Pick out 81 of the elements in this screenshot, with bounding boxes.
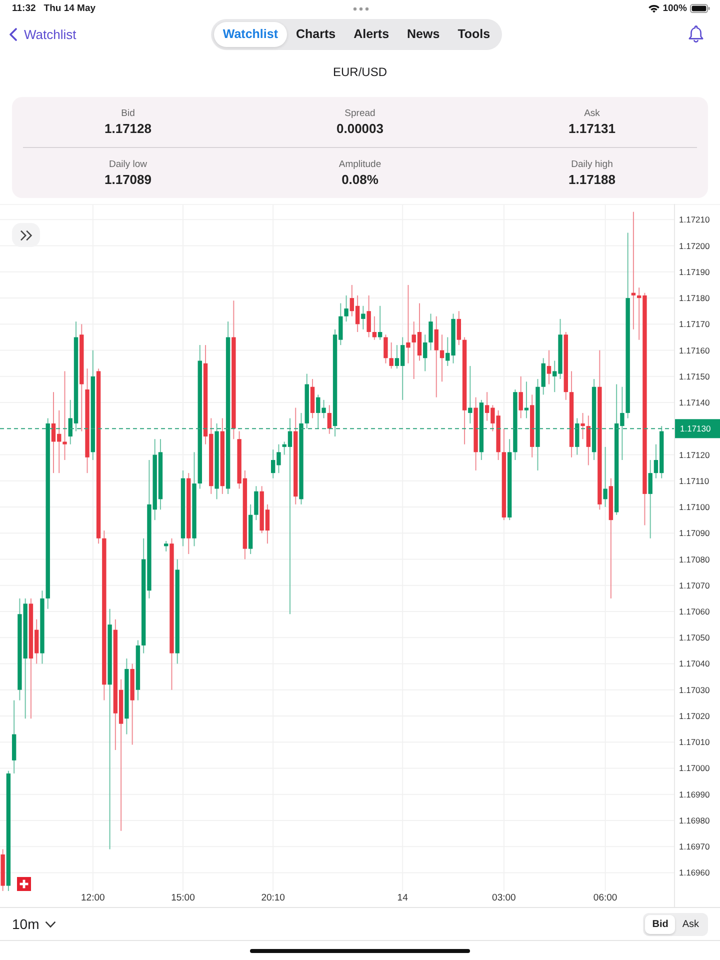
price-axis-label: 1.17010: [679, 737, 710, 748]
price-axis-label: 1.16970: [679, 842, 710, 852]
falling-candle: [546, 350, 552, 385]
price-axis-label: 1.17170: [679, 319, 710, 330]
price-axis-label: 1.17160: [679, 345, 710, 356]
falling-candle: [310, 378, 315, 419]
section-tab[interactable]: News: [398, 22, 449, 46]
falling-candle: [530, 394, 534, 458]
price-axis-label: 1.17070: [679, 580, 710, 590]
status-date: Thu 14 May: [44, 3, 96, 14]
rising-candle: [479, 399, 484, 460]
price-axis-label: 1.17060: [679, 606, 710, 616]
price-axis-label: 1.16980: [679, 815, 710, 826]
price-axis-label: 1.17040: [679, 658, 710, 669]
time-axis-label: 20:10: [261, 892, 285, 904]
expand-button[interactable]: [12, 223, 40, 247]
price-axis-label: 1.16990: [679, 789, 710, 800]
rising-candle: [468, 365, 472, 424]
quote-label: Spread: [344, 108, 376, 119]
quote-value: 1.17188: [568, 172, 616, 187]
rising-candle: [361, 305, 366, 330]
quote-label: Bid: [121, 108, 135, 119]
quote-label: Ask: [584, 108, 600, 119]
quote-value: 1.17131: [568, 121, 616, 136]
price-axis-label: 1.17180: [679, 293, 710, 304]
quote-label: Amplitude: [338, 159, 382, 170]
price-axis-label: 1.17110: [679, 476, 710, 486]
quote-value: 1.17128: [104, 121, 152, 136]
cross-flag-icon: [17, 877, 31, 891]
quote-value: 0.08%: [342, 172, 378, 187]
rising-candle: [603, 446, 608, 508]
time-axis-label: 15:00: [171, 892, 195, 904]
price-axis-label: 1.17190: [679, 266, 710, 277]
price-axis-label: 1.17150: [679, 371, 710, 382]
quote-label: Daily high: [571, 159, 613, 170]
price-side-option[interactable]: Ask: [675, 914, 706, 934]
rising-candle: [164, 540, 168, 552]
price-axis-label: 1.17080: [679, 554, 710, 564]
time-axis-label: 14: [397, 892, 408, 904]
interval-dropdown[interactable]: 10m: [12, 916, 56, 932]
price-axis-label: 1.17140: [679, 398, 710, 408]
battery-percent: 100%: [662, 3, 687, 14]
price-axis-label: 1.17030: [679, 684, 710, 695]
price-axis-label: 1.17120: [679, 450, 710, 460]
chevron-down-icon: [45, 920, 56, 928]
section-tab[interactable]: Tools: [448, 22, 500, 46]
price-axis-label: 1.17050: [679, 632, 710, 643]
rising-candle: [524, 381, 529, 419]
ref-line-label: 1.17130: [680, 424, 711, 434]
back-chevron-icon: [9, 28, 17, 40]
section-tab[interactable]: Alerts: [344, 22, 398, 46]
rising-candle: [575, 418, 580, 456]
bell-icon[interactable]: [688, 25, 704, 43]
price-axis-label: 1.17210: [679, 214, 710, 225]
quote-value: 1.17089: [104, 172, 152, 187]
wifi-icon: [648, 4, 660, 13]
price-axis-label: 1.17090: [679, 528, 710, 538]
status-time: 11:32: [12, 3, 36, 14]
falling-candle: [518, 376, 523, 419]
back-button[interactable]: Watchlist: [9, 26, 76, 42]
battery-icon: [690, 4, 710, 13]
falling-candle: [327, 404, 332, 434]
quote-label: Daily low: [108, 159, 147, 170]
time-axis-label: 06:00: [593, 892, 618, 904]
price-side-option[interactable]: Bid: [645, 914, 676, 934]
price-axis-label: 1.17200: [679, 240, 710, 251]
rising-candle: [378, 305, 382, 340]
section-tab[interactable]: Watchlist: [214, 22, 287, 46]
current-price-label: 1.17130: [675, 419, 720, 438]
double-chevron-icon: [20, 230, 32, 240]
three-dots-icon: [353, 6, 369, 10]
price-axis-label: 1.17020: [679, 710, 710, 721]
instrument-title: EUR/USD: [332, 65, 387, 79]
price-axis-label: 1.16960: [679, 868, 710, 878]
quote-value: 0.00003: [336, 121, 384, 136]
price-axis-label: 1.17100: [679, 502, 710, 512]
section-tab[interactable]: Charts: [287, 22, 345, 46]
time-axis-label: 12:00: [81, 892, 105, 904]
price-axis-label: 1.17000: [679, 763, 710, 774]
falling-candle: [0, 848, 5, 892]
time-axis-label: 03:00: [492, 892, 516, 904]
